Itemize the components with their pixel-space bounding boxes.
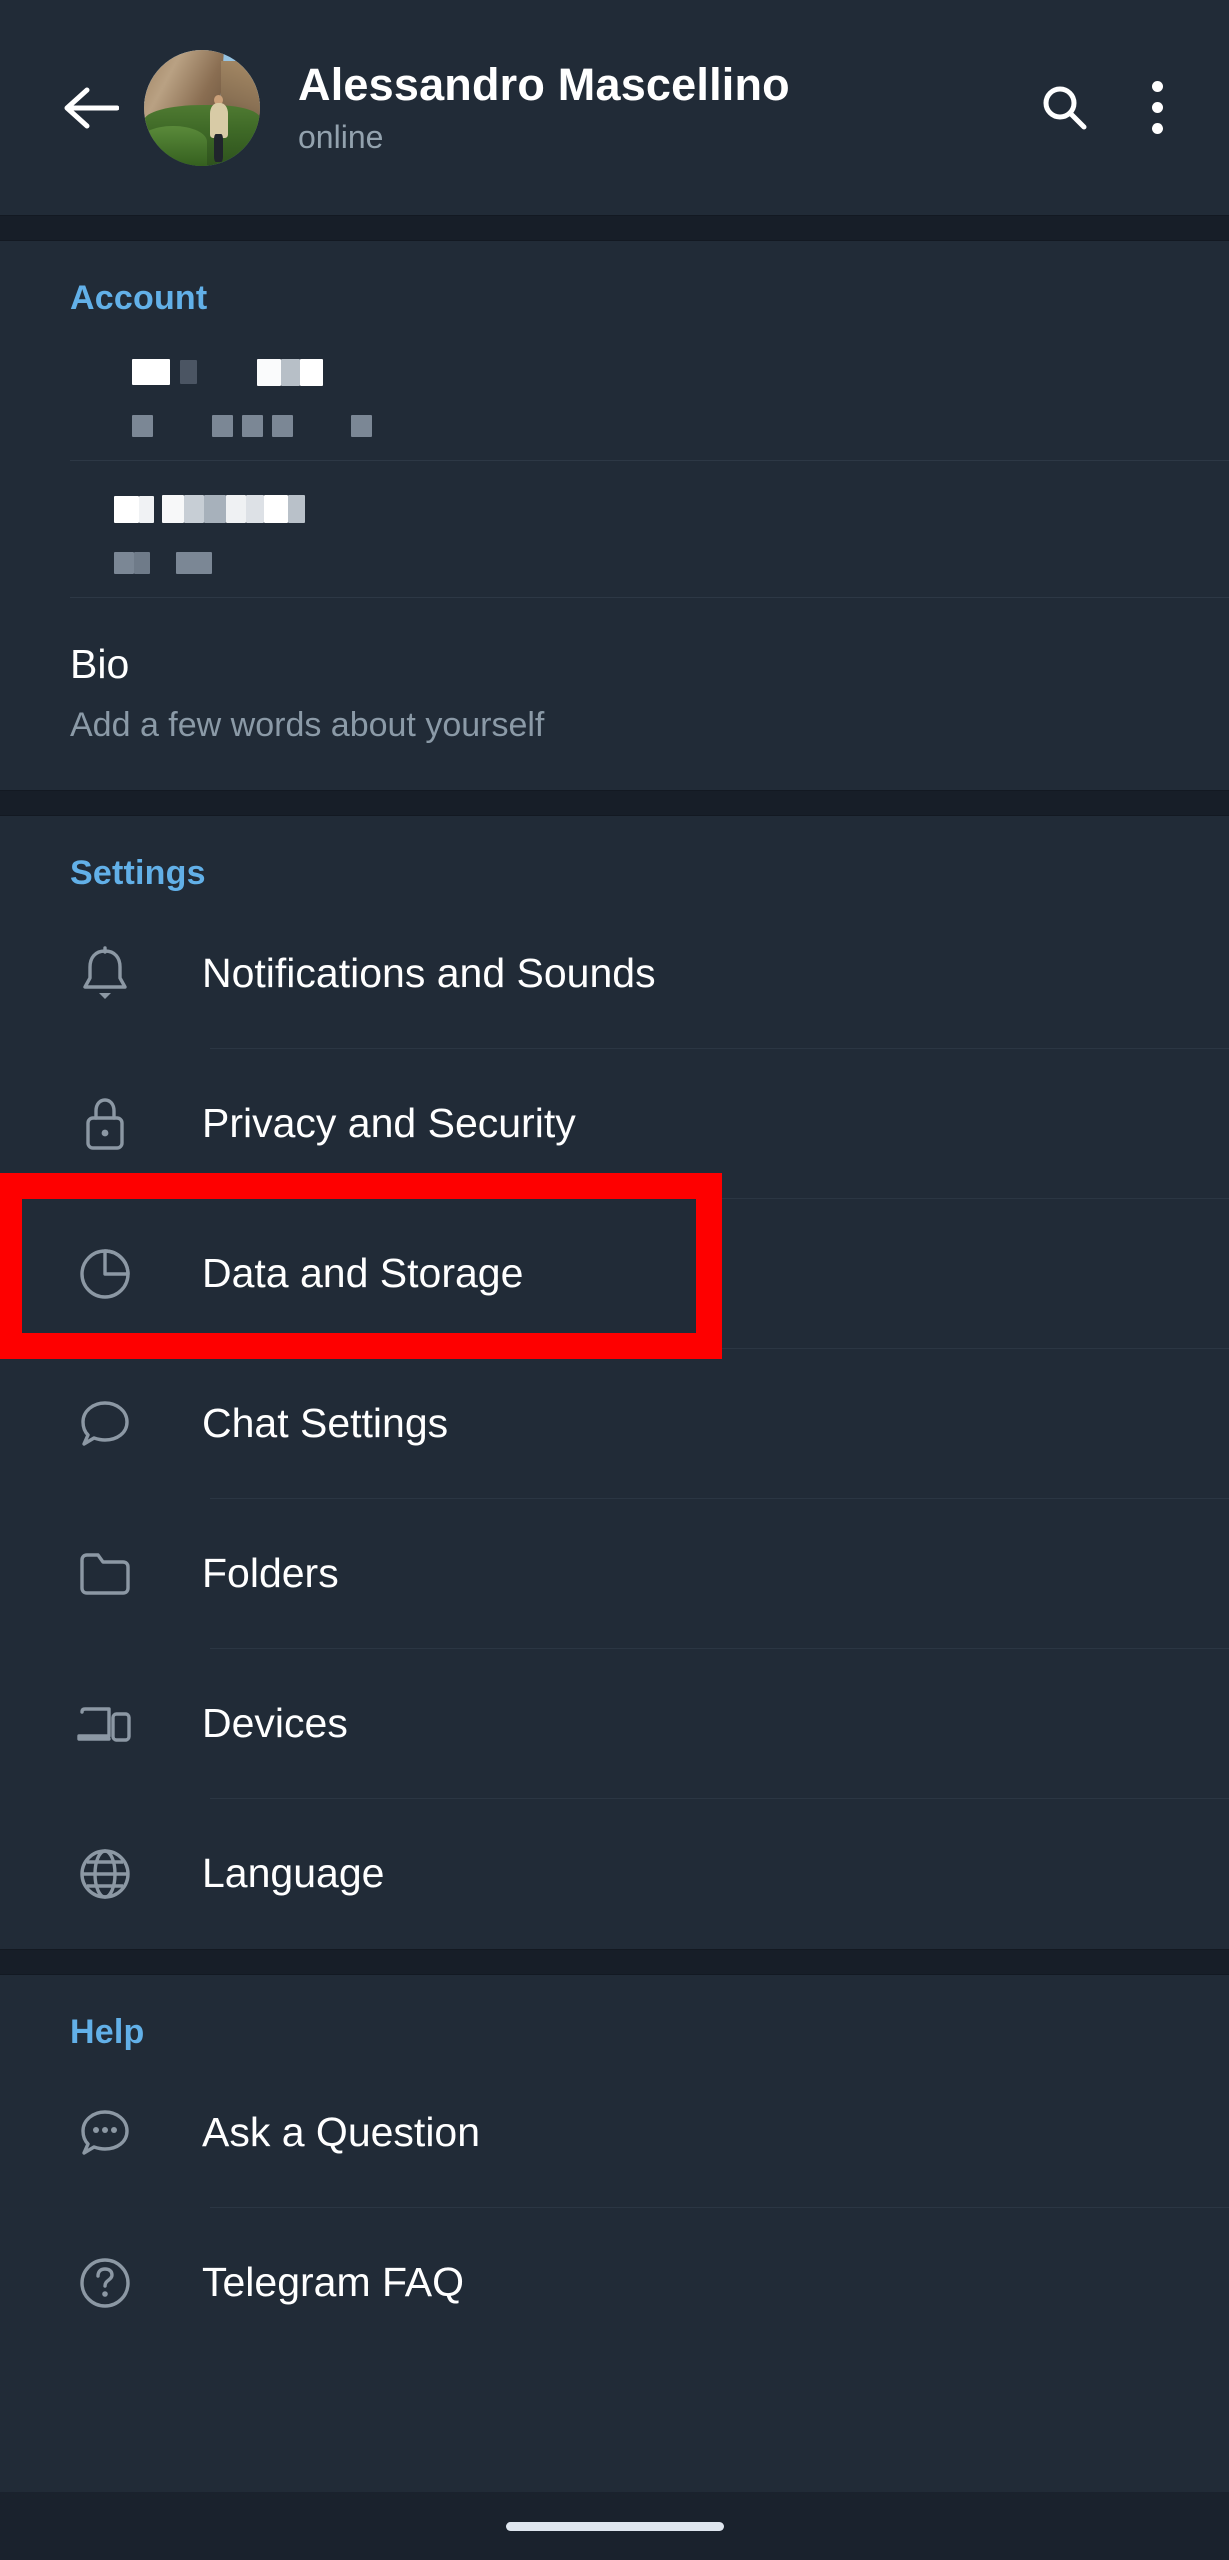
avatar[interactable]: [144, 49, 260, 166]
redaction-block: [162, 495, 184, 523]
sidebar-item-label: Chat Settings: [202, 1400, 449, 1447]
settings-section: Settings Notifications and Sounds Privac…: [0, 815, 1229, 1949]
redaction-block: [264, 495, 288, 523]
redacted-username-label: [70, 547, 1229, 579]
sidebar-item-folders[interactable]: Folders: [0, 1499, 1229, 1649]
bio-title: Bio: [70, 641, 130, 687]
more-options-button[interactable]: [1111, 62, 1203, 154]
app-header: Alessandro Mascellino online: [0, 0, 1229, 215]
chat-bubble-icon: [60, 1395, 150, 1453]
avatar-grass-foreground: [144, 126, 207, 166]
section-separator-2: [0, 789, 1229, 816]
redacted-phone-number: [70, 352, 1229, 392]
redaction-block: [114, 495, 139, 523]
lock-icon: [60, 1094, 150, 1154]
redaction-block: [242, 415, 263, 437]
sidebar-item-label: Notifications and Sounds: [202, 950, 656, 997]
bell-icon: [60, 945, 150, 1003]
redaction-block: [288, 495, 305, 523]
redacted-phone-label: [70, 410, 1229, 442]
redaction-block: [272, 415, 293, 437]
sidebar-item-telegram-faq[interactable]: Telegram FAQ: [0, 2208, 1229, 2358]
account-section: Account Bio Add a few words about yourse…: [0, 241, 1229, 790]
redaction-block: [132, 415, 153, 437]
section-separator-3: [0, 1948, 1229, 1975]
sidebar-item-label: Privacy and Security: [202, 1100, 576, 1147]
sidebar-item-privacy-and-security[interactable]: Privacy and Security: [0, 1049, 1229, 1199]
sidebar-item-label: Ask a Question: [202, 2109, 481, 2156]
sidebar-item-ask-a-question[interactable]: Ask a Question: [0, 2058, 1229, 2208]
globe-icon: [60, 1845, 150, 1903]
redaction-block: [351, 415, 372, 437]
redaction-block: [281, 358, 300, 386]
sidebar-item-label: Data and Storage: [202, 1250, 524, 1297]
redaction-block: [132, 359, 170, 385]
redaction-block: [212, 415, 233, 437]
sidebar-item-devices[interactable]: Devices: [0, 1649, 1229, 1799]
chat-dots-icon: [60, 2104, 150, 2162]
more-vertical-icon: [1151, 81, 1163, 134]
back-button[interactable]: [48, 65, 134, 151]
redaction-block: [114, 552, 134, 574]
redaction-block: [204, 495, 226, 523]
sidebar-item-data-and-storage[interactable]: Data and Storage: [0, 1199, 1229, 1349]
page-title: Alessandro Mascellino: [298, 59, 790, 111]
redaction-block: [226, 495, 246, 523]
settings-section-title: Settings: [70, 853, 206, 892]
sidebar-item-notifications-and-sounds[interactable]: Notifications and Sounds: [0, 899, 1229, 1049]
redaction-block: [246, 495, 264, 523]
redaction-block: [300, 358, 323, 386]
search-icon: [1043, 86, 1087, 129]
account-redacted-content[interactable]: [0, 324, 1229, 460]
sidebar-item-label: Telegram FAQ: [202, 2259, 465, 2306]
redaction-block: [257, 358, 281, 386]
avatar-person-body: [210, 102, 228, 138]
sidebar-item-label: Devices: [202, 1700, 348, 1747]
bio-row[interactable]: Bio Add a few words about yourself: [0, 598, 1229, 790]
question-circle-icon: [60, 2254, 150, 2312]
header-title-block[interactable]: Alessandro Mascellino online: [298, 60, 1019, 155]
redaction-block: [134, 552, 150, 574]
pie-chart-icon: [60, 1245, 150, 1303]
redaction-block: [180, 360, 197, 384]
online-status: online: [298, 118, 384, 155]
back-arrow-icon: [64, 87, 119, 128]
redacted-username: [70, 489, 1229, 529]
sidebar-item-chat-settings[interactable]: Chat Settings: [0, 1349, 1229, 1499]
section-separator: [0, 215, 1229, 241]
bio-placeholder: Add a few words about yourself: [70, 705, 545, 744]
sidebar-item-label: Language: [202, 1850, 385, 1897]
sidebar-item-label: Folders: [202, 1550, 339, 1597]
system-navigation-bar: [0, 2492, 1229, 2560]
account-section-title: Account: [70, 279, 208, 317]
redaction-block: [184, 495, 204, 523]
devices-icon: [60, 1700, 150, 1748]
help-section: Help Ask a Question Telegram FAQ: [0, 1974, 1229, 2358]
search-button[interactable]: [1019, 62, 1111, 154]
avatar-person-legs: [213, 134, 223, 162]
telegram-settings-screen: Alessandro Mascellino online Account Bio…: [0, 0, 1229, 2560]
sidebar-item-language[interactable]: Language: [0, 1799, 1229, 1949]
account-redacted-content-2[interactable]: [0, 461, 1229, 597]
help-section-title: Help: [70, 2012, 145, 2051]
redaction-block: [176, 552, 212, 574]
header-actions: [1019, 62, 1203, 154]
redaction-block: [139, 495, 154, 523]
folder-icon: [60, 1548, 150, 1600]
home-indicator[interactable]: [505, 2521, 724, 2531]
